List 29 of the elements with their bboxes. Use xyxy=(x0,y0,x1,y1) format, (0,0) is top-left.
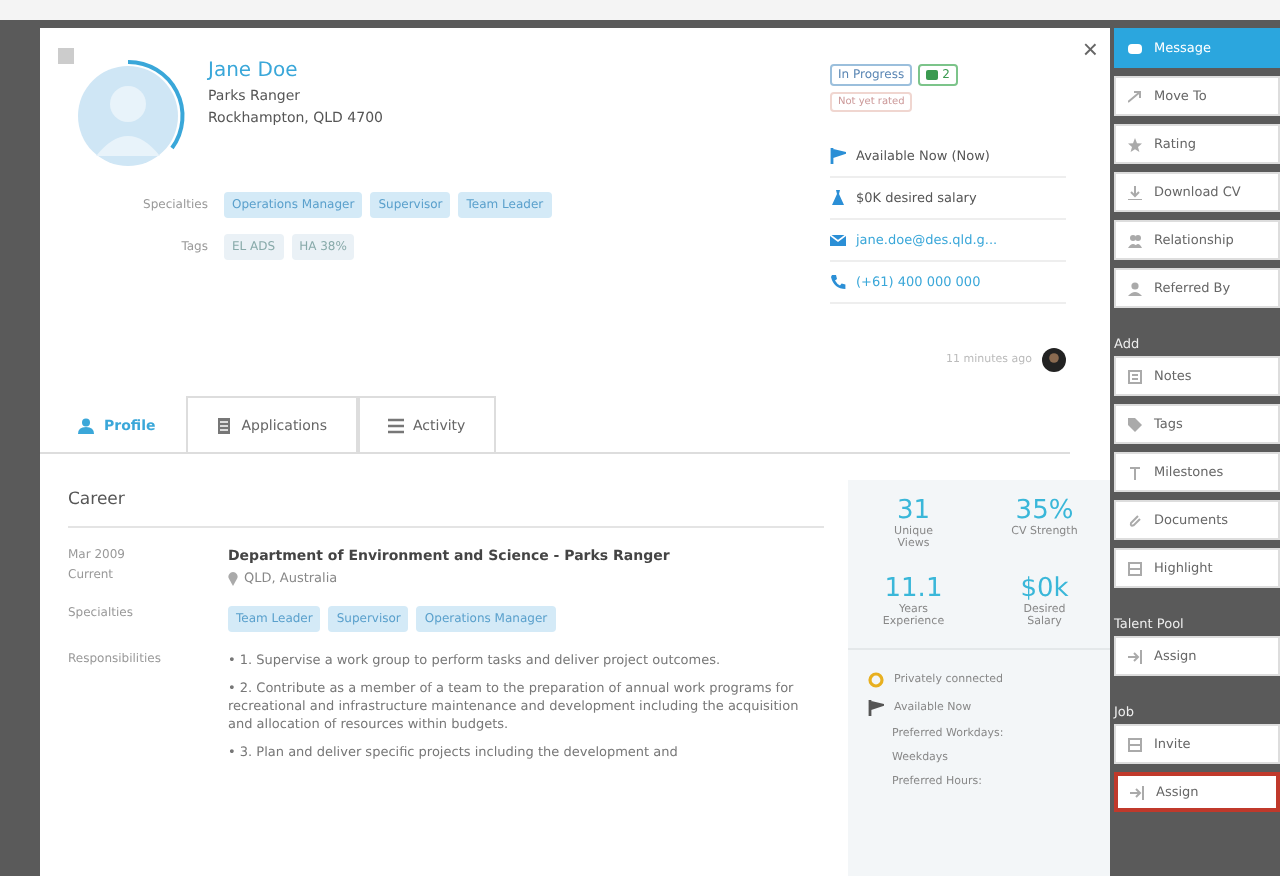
list-icon xyxy=(387,417,403,433)
close-button[interactable]: × xyxy=(1082,36,1098,62)
phone-icon xyxy=(830,274,846,290)
tag-icon xyxy=(1128,417,1142,431)
circle-icon xyxy=(868,672,884,688)
people-icon xyxy=(1128,233,1142,247)
document-icon xyxy=(215,417,232,433)
chat-icon xyxy=(926,70,939,80)
stat-value: $0k xyxy=(1020,574,1069,604)
download-icon xyxy=(1128,185,1142,199)
stat-value: 35% xyxy=(1015,496,1074,526)
section-heading: Career xyxy=(68,454,824,528)
stat-value: 11.1 xyxy=(884,574,943,604)
box-icon xyxy=(1128,737,1142,751)
note-icon xyxy=(1128,369,1142,383)
flag-icon xyxy=(868,700,884,716)
chat-icon xyxy=(1128,41,1142,55)
arrow-icon xyxy=(1128,89,1142,103)
assign-icon xyxy=(1130,785,1144,799)
star-icon xyxy=(1128,137,1142,151)
paperclip-icon xyxy=(1128,513,1142,527)
box-icon xyxy=(1128,561,1142,575)
person-icon xyxy=(78,417,94,433)
assign-icon xyxy=(1128,649,1142,663)
user-avatar-icon xyxy=(1042,348,1066,372)
flag-icon xyxy=(830,148,846,164)
stat-value: 31 xyxy=(896,496,931,526)
person-icon xyxy=(1128,281,1142,295)
envelope-icon xyxy=(830,232,846,248)
